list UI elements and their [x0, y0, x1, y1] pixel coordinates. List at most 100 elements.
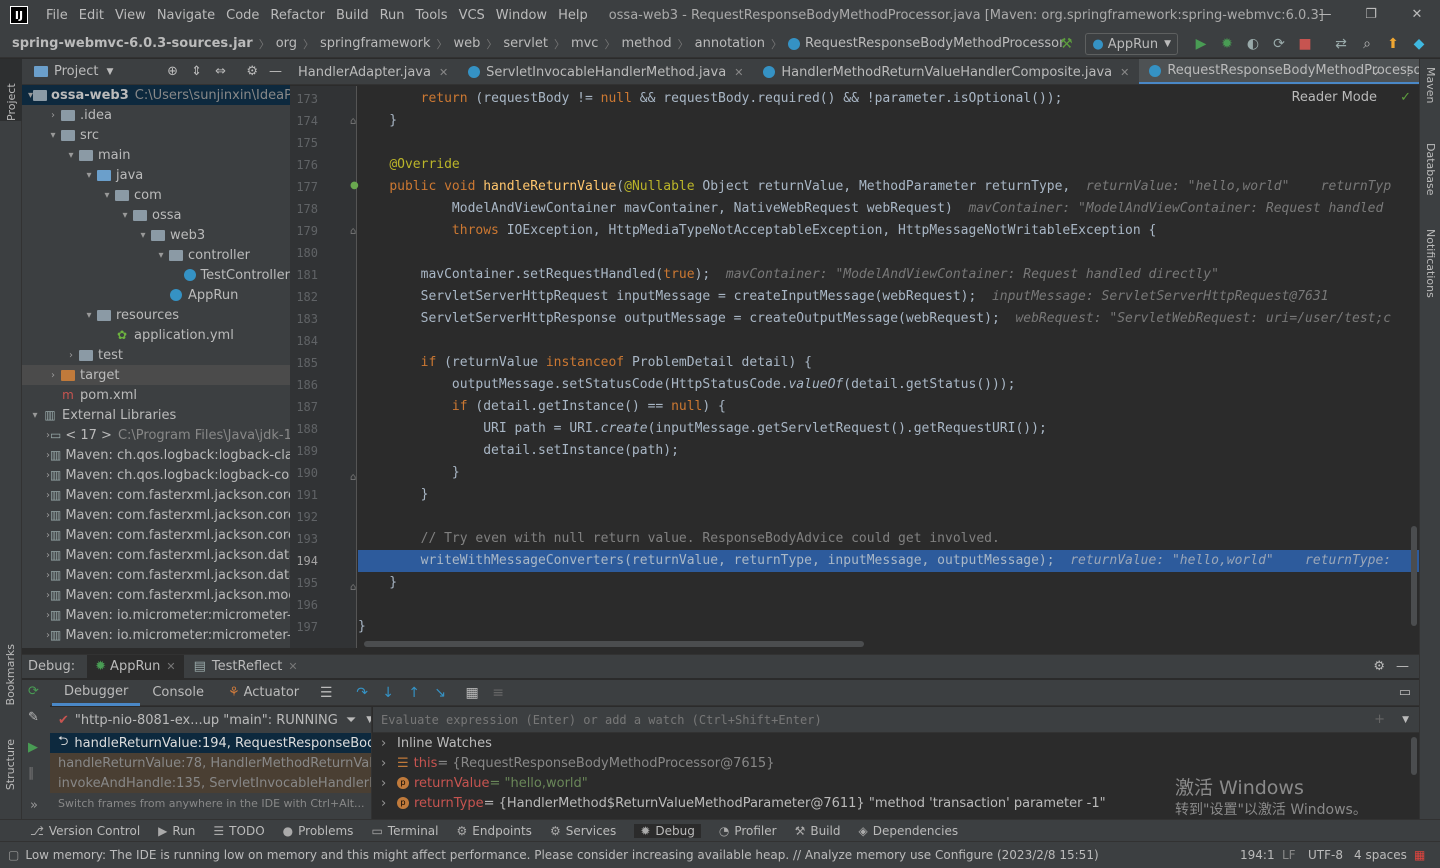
code-line[interactable]: ModelAndViewContainer mavContainer, Nati… — [358, 198, 1383, 220]
breadcrumb-item[interactable]: method — [621, 36, 671, 51]
code-line[interactable]: throws IOException, HttpMediaTypeNotAcce… — [358, 220, 1156, 242]
chevron-right-icon[interactable]: › — [381, 736, 397, 751]
horizontal-scrollbar[interactable] — [364, 641, 864, 647]
chevron-right-icon[interactable]: › — [46, 370, 60, 381]
indent-setting[interactable]: 4 spaces — [1354, 848, 1407, 862]
tree-node[interactable]: › test — [22, 345, 290, 365]
tree-node[interactable]: › ▥ Maven: com.fasterxml.jackson.datat — [22, 545, 290, 565]
menu-item-navigate[interactable]: Navigate — [157, 8, 215, 23]
breadcrumb-item[interactable]: servlet — [503, 36, 548, 51]
breadcrumb-item[interactable]: RequestResponseBodyMethodProcessor — [805, 36, 1064, 51]
code-line[interactable]: public void handleReturnValue(@Nullable … — [358, 176, 1391, 198]
code-line[interactable]: } — [358, 572, 397, 594]
close-icon[interactable]: ✕ — [1120, 66, 1129, 79]
run-icon[interactable]: ▶ — [1190, 33, 1212, 55]
chevron-down-icon[interactable]: ▼ — [1402, 715, 1409, 725]
coverage-icon[interactable]: ◐ — [1242, 33, 1264, 55]
profile-icon[interactable]: ⟳ — [1268, 33, 1290, 55]
tool-window-endpoints[interactable]: ⚙ Endpoints — [457, 824, 532, 838]
code-line[interactable]: } — [358, 484, 429, 506]
code-line[interactable]: detail.setInstance(path); — [358, 440, 679, 462]
resume-icon[interactable]: ▶ — [28, 740, 38, 755]
thread-selector[interactable]: ✔ "http-nio-8081-ex...up "main": RUNNING… — [50, 707, 371, 733]
menu-item-file[interactable]: File — [46, 8, 68, 23]
structure-stripe-button[interactable]: Structure — [4, 739, 17, 794]
chevron-down-icon[interactable]: ▼ — [106, 67, 113, 77]
tool-window-todo[interactable]: ☰ TODO — [213, 824, 264, 838]
editor-tab[interactable]: HandlerMethodReturnValueHandlerComposite… — [753, 59, 1139, 84]
fold-icon[interactable]: ⌂ — [350, 582, 356, 593]
tool-window-services[interactable]: ⚙ Services — [550, 824, 616, 838]
chevron-down-icon[interactable]: ▾ — [82, 170, 96, 181]
fold-icon[interactable]: ⌂ — [350, 116, 356, 127]
tree-node[interactable]: ▾ web3 — [22, 225, 290, 245]
tree-node[interactable]: › ▥ Maven: com.fasterxml.jackson.core: — [22, 485, 290, 505]
bookmarks-stripe-button[interactable]: Bookmarks — [4, 644, 17, 709]
tree-node[interactable]: ▾ src — [22, 125, 290, 145]
debug-session-testreflect[interactable]: ▤ TestReflect ✕ — [194, 659, 298, 674]
menu-item-window[interactable]: Window — [496, 8, 547, 23]
code-line[interactable]: @Override — [358, 154, 459, 176]
tab-actuator[interactable]: ⚘ Actuator — [216, 680, 311, 706]
tool-window-terminal[interactable]: ▭ Terminal — [371, 824, 438, 838]
tree-node[interactable]: TestController — [22, 265, 290, 285]
evaluate-icon[interactable]: ▦ — [461, 682, 483, 704]
code-line[interactable]: outputMessage.setStatusCode(HttpStatusCo… — [358, 374, 1016, 396]
file-encoding[interactable]: UTF-8 — [1308, 848, 1343, 862]
menu-item-code[interactable]: Code — [226, 8, 259, 23]
tool-window-profiler[interactable]: ◔ Profiler — [719, 824, 777, 838]
close-icon[interactable]: ✕ — [288, 660, 297, 673]
locate-icon[interactable]: ⊕ — [167, 64, 178, 79]
tree-node[interactable]: ▾ java — [22, 165, 290, 185]
line-separator[interactable]: LF — [1282, 848, 1296, 862]
tabs-chevron-down-icon[interactable]: ⌄ — [1370, 64, 1381, 79]
editor-tab[interactable]: ServletInvocableHandlerMethod.java ✕ — [458, 59, 753, 84]
chevron-right-icon[interactable]: › — [46, 110, 60, 121]
tree-node[interactable]: ▾ main — [22, 145, 290, 165]
code-line[interactable]: // Try even with null return value. Resp… — [358, 528, 1000, 550]
frame-row[interactable]: handleReturnValue:78, HandlerMethodRetur… — [50, 753, 371, 773]
translate-icon[interactable]: ⇄ — [1330, 33, 1352, 55]
menu-item-help[interactable]: Help — [558, 8, 588, 23]
debug-icon[interactable]: ✹ — [1216, 33, 1238, 55]
chevron-right-icon[interactable]: › — [381, 776, 397, 791]
code-line[interactable]: ServletServerHttpRequest inputMessage = … — [358, 286, 1329, 308]
step-into-icon[interactable]: ↓ — [377, 682, 399, 704]
frame-row[interactable]: invokeAndHandle:135, ServletInvocableHan… — [50, 773, 371, 793]
tree-node[interactable]: › ▥ Maven: com.fasterxml.jackson.core: — [22, 505, 290, 525]
menu-item-refactor[interactable]: Refactor — [270, 8, 325, 23]
vertical-scrollbar[interactable] — [1411, 526, 1417, 626]
chevron-down-icon[interactable]: ▾ — [64, 150, 78, 161]
trace-icon[interactable]: ≡ — [487, 682, 509, 704]
tree-node[interactable]: ▾ controller — [22, 245, 290, 265]
menu-item-edit[interactable]: Edit — [79, 8, 104, 23]
toolbox-icon[interactable]: ◆ — [1408, 33, 1430, 55]
tree-node[interactable]: › target — [22, 365, 290, 385]
run-configuration-select[interactable]: ● AppRun ▼ — [1085, 33, 1178, 55]
code-line[interactable]: return (requestBody != null && requestBo… — [358, 88, 1063, 110]
code-editor[interactable]: 173 174 175 176 177 178 179 180 181 182 183 184 185 1… — [290, 86, 1419, 648]
tree-node[interactable]: › ▥ Maven: com.fasterxml.jackson.datat — [22, 565, 290, 585]
breadcrumb-item[interactable]: annotation — [695, 36, 765, 51]
fold-icon[interactable]: ⌂ — [350, 226, 356, 237]
code-line[interactable]: ServletServerHttpResponse outputMessage … — [358, 308, 1392, 330]
breadcrumb-item[interactable]: org — [276, 36, 297, 51]
tab-debugger[interactable]: Debugger — [52, 680, 141, 706]
chevron-right-icon[interactable]: › — [381, 796, 397, 811]
filter-icon[interactable]: ⏷ — [346, 713, 356, 728]
tree-node[interactable]: m pom.xml — [22, 385, 290, 405]
rerun-icon[interactable]: ⟳ — [28, 684, 39, 699]
hide-panel-icon[interactable]: — — [1396, 659, 1409, 674]
menu-item-vcs[interactable]: VCS — [459, 8, 485, 23]
fold-icon[interactable]: ⌂ — [350, 472, 356, 483]
tool-window-debug[interactable]: ✹ Debug — [634, 823, 701, 838]
chevron-down-icon[interactable]: ▾ — [154, 250, 168, 261]
close-icon[interactable]: ✕ — [439, 66, 448, 79]
more-options-icon[interactable]: ⋮ — [1402, 64, 1415, 79]
build-hammer-icon[interactable]: ⚒ — [1055, 33, 1077, 55]
tree-node[interactable]: › ▭ < 17 > C:\Program Files\Java\jdk-1 — [22, 425, 290, 445]
tool-window-build[interactable]: ⚒ Build — [795, 824, 841, 838]
tree-node[interactable]: ✿ application.yml — [22, 325, 290, 345]
run-to-cursor-icon[interactable]: ↘ — [429, 682, 451, 704]
tool-window-run[interactable]: ▶ Run — [158, 824, 195, 838]
